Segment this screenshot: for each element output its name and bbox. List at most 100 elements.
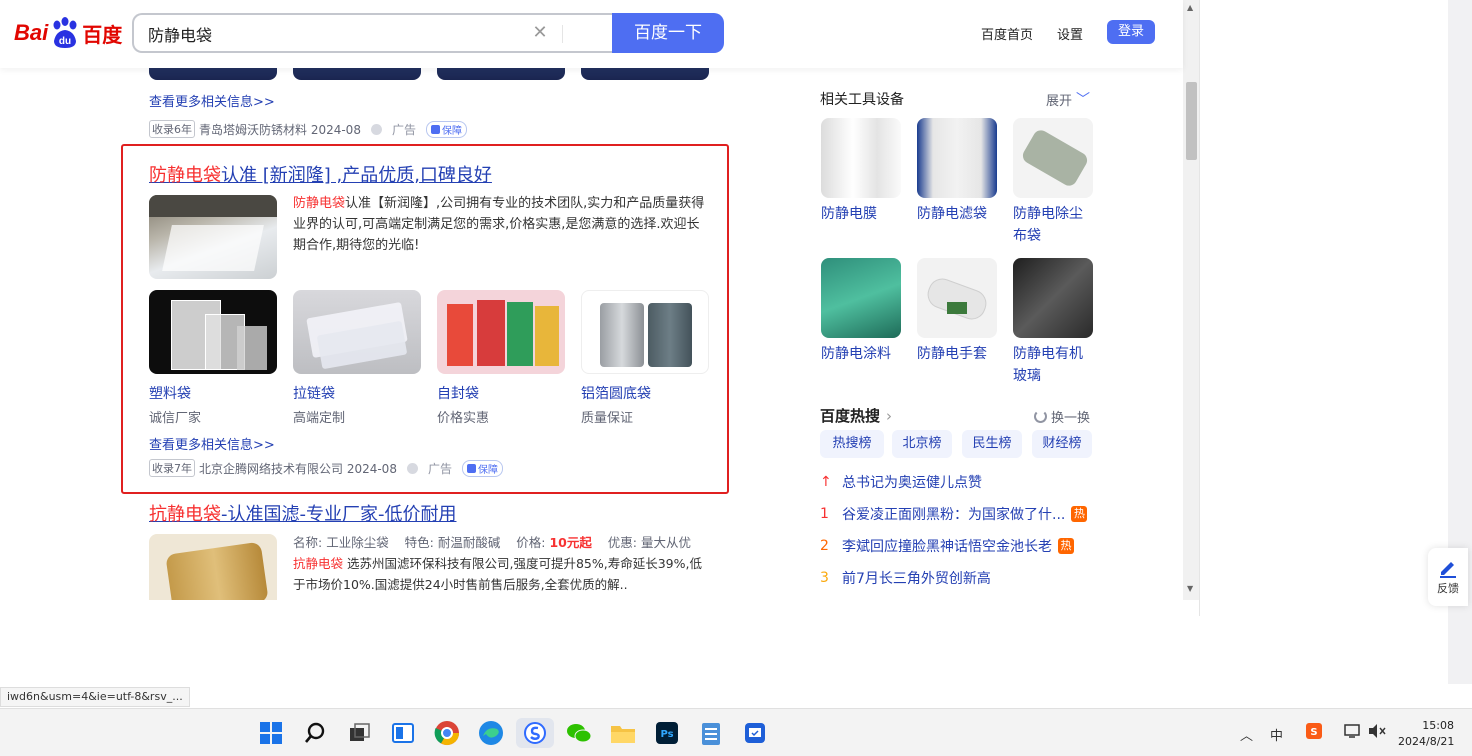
logo-bai-text: Bai	[14, 20, 49, 45]
guarantee-badge[interactable]: 保障	[425, 120, 467, 138]
hot-item-text: 谷爱凌正面刚黑粉：为国家做了什...	[842, 507, 1066, 523]
photoshop-icon[interactable]: Ps	[652, 718, 682, 748]
tool-image-film[interactable]	[821, 118, 901, 198]
notepad-icon[interactable]	[696, 718, 726, 748]
nav-settings-link[interactable]: 设置	[1057, 24, 1083, 43]
tool-name-4[interactable]: 防静电涂料	[821, 343, 905, 365]
hot-item-1[interactable]: 1 谷爱凌正面刚黑粉：为国家做了什... 热	[820, 504, 1088, 524]
product-name-4[interactable]: 铝箔圆底袋	[581, 383, 651, 403]
refresh-icon	[1034, 410, 1047, 423]
title-keyword: 防静电袋	[149, 165, 221, 186]
tool-name-2[interactable]: 防静电滤袋	[917, 203, 1001, 225]
tool-image-dust-bag[interactable]	[1013, 118, 1093, 198]
scroll-thumb[interactable]	[1186, 82, 1197, 160]
svg-text:Ps: Ps	[660, 729, 673, 740]
product-image-foil-bag[interactable]	[581, 290, 709, 374]
dropdown-icon[interactable]	[370, 123, 382, 135]
ime-indicator[interactable]: 中	[1270, 725, 1283, 744]
tab-livelihood[interactable]: 民生榜	[962, 430, 1022, 458]
search-icon[interactable]	[300, 718, 330, 748]
wechat-icon[interactable]	[564, 718, 594, 748]
result2-main-image[interactable]	[149, 195, 277, 279]
remote-desktop-icon[interactable]	[740, 718, 770, 748]
tab-hot[interactable]: 热搜榜	[820, 430, 884, 458]
feedback-button[interactable]: 反馈	[1428, 548, 1468, 606]
result2-description: 防静电袋认准【新润隆】,公司拥有专业的技术团队,实力和产品质量获得业界的认可,可…	[293, 193, 707, 256]
result1-meta: 收录6年 青岛塔姆沃防锈材料 2024-08 广告 保障	[149, 120, 467, 138]
tool-image-acrylic[interactable]	[1013, 258, 1093, 338]
result2-more-link[interactable]: 查看更多相关信息>>	[149, 434, 275, 453]
product-sub-4: 质量保证	[581, 411, 634, 426]
tool-image-filter-bag[interactable]	[917, 118, 997, 198]
product-name-1[interactable]: 塑料袋	[149, 383, 191, 403]
tool-name-6[interactable]: 防静电有机玻璃	[1013, 343, 1089, 387]
spec-feature: 耐温耐酸碱	[437, 535, 501, 550]
company-name[interactable]: 北京企腾网络技术有限公司 2024-08	[199, 460, 397, 477]
tab-beijing[interactable]: 北京榜	[892, 430, 952, 458]
scrollbar[interactable]: ▲ ▼	[1183, 0, 1199, 600]
scroll-down-icon[interactable]: ▼	[1187, 584, 1193, 593]
sogou-icon[interactable]: S	[1306, 723, 1322, 739]
result3-title[interactable]: 抗静电袋-认准国滤-专业厂家-低价耐用	[149, 500, 456, 526]
product-name-2[interactable]: 拉链袋	[293, 383, 335, 403]
guarantee-label: 保障	[477, 464, 498, 476]
hot-title-text: 百度热搜	[820, 407, 881, 425]
tool-name-5[interactable]: 防静电手套	[917, 343, 1001, 365]
tool-name-3[interactable]: 防静电除尘布袋	[1013, 203, 1089, 247]
tab-finance[interactable]: 财经榜	[1032, 430, 1092, 458]
tool-name-1[interactable]: 防静电膜	[821, 203, 905, 225]
login-button[interactable]: 登录	[1107, 20, 1155, 44]
hot-item-0[interactable]: ↑ 总书记为奥运健儿点赞	[820, 472, 982, 492]
blank-area	[1200, 0, 1448, 684]
search-box: ✕	[132, 13, 614, 53]
scroll-up-icon[interactable]: ▲	[1187, 3, 1193, 12]
volume-muted-icon[interactable]	[1368, 723, 1386, 743]
product-sub-2: 高端定制	[293, 411, 346, 426]
result1-more-link[interactable]: 查看更多相关信息>>	[149, 91, 275, 110]
taskbar: Ps ︿ 中 S 15:08 2024/8/21	[0, 708, 1472, 756]
product-image-plastic-bag[interactable]	[149, 290, 277, 374]
nav-home-link[interactable]: 百度首页	[981, 24, 1033, 43]
dropdown-icon[interactable]	[406, 462, 418, 474]
baidu-browser-icon[interactable]	[516, 718, 554, 748]
clock[interactable]: 15:08 2024/8/21	[1398, 718, 1454, 750]
check-shield-icon	[466, 463, 476, 473]
product-sub-1: 诚信厂家	[149, 411, 202, 426]
hot-badge: 热	[1058, 538, 1074, 554]
hot-item-2[interactable]: 2 李斌回应撞脸黑神话悟空金池长老热	[820, 536, 1074, 556]
widgets-icon[interactable]	[388, 718, 418, 748]
spec-name-label: 名称:	[293, 535, 323, 550]
task-view-icon[interactable]	[344, 718, 374, 748]
baidu-logo[interactable]: Bai du 百度	[14, 16, 122, 50]
hot-search-title[interactable]: 百度热搜 ›	[820, 405, 892, 426]
tool-image-coating[interactable]	[821, 258, 901, 338]
refresh-button[interactable]: 换一换	[1034, 407, 1090, 426]
guarantee-badge[interactable]: 保障	[461, 459, 503, 477]
browser-viewport: Bai du 百度 ✕ 百度一下 百度首页 设置 登录 查看更多相关	[0, 0, 1200, 616]
ad-label: 广告	[427, 461, 452, 476]
file-explorer-icon[interactable]	[608, 718, 638, 748]
hot-rank: 3	[820, 570, 829, 586]
tool-image-gloves[interactable]	[917, 258, 997, 338]
title-text: 认准 [新润隆] ,产品优质,口碑良好	[221, 165, 492, 186]
edge-icon[interactable]	[476, 718, 506, 748]
windows-start-icon[interactable]	[256, 718, 286, 748]
hot-item-text: 总书记为奥运健儿点赞	[842, 475, 982, 491]
status-url: iwd6n&usm=4&ie=utf-8&rsv_...	[0, 687, 190, 707]
hot-item-3[interactable]: 3 前7月长三角外贸创新高	[820, 568, 991, 588]
company-name[interactable]: 青岛塔姆沃防锈材料 2024-08	[199, 121, 361, 138]
chevron-up-icon[interactable]: ︿	[1240, 725, 1253, 744]
hot-rank: 2	[820, 538, 829, 554]
result3-specs: 名称: 工业除尘袋 特色: 耐温耐酸碱 价格: 10元起 优惠: 量大从优	[293, 532, 707, 553]
product-image-self-seal-bag[interactable]	[437, 290, 565, 374]
search-input[interactable]	[148, 24, 488, 43]
chrome-icon[interactable]	[432, 718, 462, 748]
clear-icon[interactable]: ✕	[530, 23, 550, 43]
result3-image[interactable]	[149, 534, 277, 600]
network-icon[interactable]	[1344, 723, 1362, 743]
expand-link[interactable]: 展开 ﹀	[1046, 89, 1090, 109]
result2-title[interactable]: 防静电袋认准 [新润隆] ,产品优质,口碑良好	[149, 161, 492, 187]
product-image-zip-bag[interactable]	[293, 290, 421, 374]
search-button[interactable]: 百度一下	[612, 13, 724, 53]
product-name-3[interactable]: 自封袋	[437, 383, 479, 403]
